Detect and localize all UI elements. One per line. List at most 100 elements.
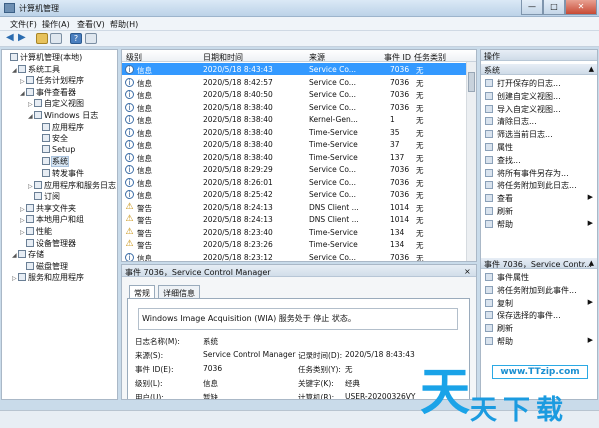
back-arrow-icon[interactable]: ◀ <box>6 33 18 44</box>
tree-item[interactable]: ▷ 性能 <box>20 226 52 237</box>
action-item[interactable]: 事件属性 <box>485 272 595 283</box>
table-row[interactable]: i 信息 2020/5/18 8:38:40 Time-Service 37 无 <box>122 138 466 150</box>
menu-file[interactable]: 文件(F) <box>10 19 37 30</box>
action-item[interactable]: 将任务附加到此事件... <box>485 285 595 296</box>
action-item[interactable]: 清除日志... <box>485 116 595 127</box>
tab-general[interactable]: 常规 <box>129 285 155 299</box>
tree-item[interactable]: ◢ 存储 <box>12 249 44 260</box>
table-row[interactable]: ⚠ 警告 2020/5/18 8:23:40 Time-Service 134 无 <box>122 226 466 238</box>
menu-action[interactable]: 操作(A) <box>42 19 70 30</box>
cell-level: 警告 <box>137 228 152 238</box>
tree-item[interactable]: 应用程序 <box>36 122 84 133</box>
tree-item[interactable]: 磁盘管理 <box>20 261 68 272</box>
table-row[interactable]: i 信息 2020/5/18 8:42:57 Service Co... 7036 无 <box>122 76 466 88</box>
tree-item[interactable]: ▷ 应用程序和服务日志 <box>28 180 116 191</box>
cell-datetime: 2020/5/18 8:23:12 <box>203 252 273 262</box>
action-item[interactable]: 导入自定义视图... <box>485 104 595 115</box>
tree-item[interactable]: Setup <box>36 144 75 156</box>
cell-id: 7036 <box>390 77 410 87</box>
action-item[interactable]: 筛选当前日志... <box>485 129 595 140</box>
tree-item[interactable]: 计算机管理(本地) <box>4 52 82 63</box>
tree-item[interactable]: ▷ 任务计划程序 <box>20 75 84 86</box>
tree-item-label: 系统工具 <box>28 64 60 74</box>
collapse-arrow-icon[interactable]: ▲ <box>589 65 594 73</box>
storage-icon <box>18 250 26 259</box>
table-row[interactable]: i 信息 2020/5/18 8:25:42 Service Co... 7036 无 <box>122 188 466 200</box>
action-item[interactable]: 帮助 ▶ <box>485 219 595 230</box>
watermark-big-char: 天 <box>420 363 470 421</box>
action-item[interactable]: 刷新 <box>485 206 595 217</box>
table-row[interactable]: ⚠ 警告 2020/5/18 8:24:13 DNS Client ... 1014 无 <box>122 201 466 213</box>
up-folder-icon[interactable] <box>36 33 48 44</box>
tree-item[interactable]: ▷ 本地用户和组 <box>20 214 84 225</box>
show-tree-icon[interactable] <box>50 33 62 44</box>
table-row[interactable]: i 信息 2020/5/18 8:38:40 Kernel-Gen... 1 无 <box>122 113 466 125</box>
cell-datetime: 2020/5/18 8:38:40 <box>203 152 273 162</box>
column-event-id[interactable]: 事件 ID <box>384 52 411 63</box>
forward-arrow-icon[interactable]: ▶ <box>18 33 30 44</box>
action-item[interactable]: 保存选择的事件... <box>485 310 595 321</box>
menu-view[interactable]: 查看(V) <box>77 19 105 30</box>
scrollbar-thumb[interactable] <box>468 72 475 92</box>
cell-id: 137 <box>390 152 405 162</box>
tree-item[interactable]: ◢ Windows 日志 <box>28 110 98 121</box>
column-task-category[interactable]: 任务类别 <box>414 52 446 63</box>
tree-item[interactable]: 订阅 <box>28 191 60 202</box>
folder-icon <box>34 111 42 119</box>
submenu-arrow-icon: ▶ <box>587 336 593 344</box>
action-item[interactable]: 刷新 <box>485 323 595 334</box>
log-icon <box>42 122 50 131</box>
tree-item-label: 本地用户和组 <box>36 215 84 225</box>
table-row[interactable]: i 信息 2020/5/18 8:38:40 Time-Service 137 无 <box>122 151 466 163</box>
detail-header: 事件 7036，Service Control Manager × <box>122 265 476 277</box>
tree-item[interactable]: 安全 <box>36 133 68 144</box>
column-source[interactable]: 来源 <box>309 52 325 63</box>
detail-close-button[interactable]: × <box>464 267 471 276</box>
action-item[interactable]: 查找... <box>485 155 595 166</box>
table-row[interactable]: i 信息 2020/5/18 8:43:43 Service Co... 7036 无 <box>122 63 466 75</box>
table-row[interactable]: i 信息 2020/5/18 8:23:12 Service Co... 7036 无 <box>122 251 466 262</box>
action-item[interactable]: 查看 ▶ <box>485 193 595 204</box>
tree-item-label: Windows 日志 <box>44 111 99 120</box>
tree-item[interactable]: 系统 <box>36 156 69 168</box>
action-item[interactable]: 帮助 ▶ <box>485 336 595 347</box>
actions-section-event[interactable]: 事件 7036，Service Contr... ▲ <box>481 258 597 269</box>
tree-item[interactable]: ▷ 共享文件夹 <box>20 203 76 214</box>
cell-source: Service Co... <box>309 77 356 87</box>
tree-item[interactable]: ◢ 事件查看器 <box>20 87 76 98</box>
minimize-button[interactable]: — <box>521 0 543 15</box>
field-label-user: 用户(U): <box>135 393 164 400</box>
tree-item[interactable]: 转发事件 <box>36 168 84 179</box>
maximize-button[interactable]: □ <box>543 0 565 15</box>
event-list-scrollbar[interactable] <box>466 62 476 261</box>
cell-source: Time-Service <box>309 140 358 149</box>
action-item[interactable]: 创建自定义视图... <box>485 91 595 102</box>
help-icon[interactable]: ? <box>70 33 82 44</box>
close-button[interactable]: ✕ <box>565 0 597 15</box>
table-row[interactable]: ⚠ 警告 2020/5/18 8:24:13 DNS Client ... 1014 无 <box>122 213 466 226</box>
table-row[interactable]: i 信息 2020/5/18 8:26:01 Service Co... 7036 无 <box>122 176 466 188</box>
menu-help[interactable]: 帮助(H) <box>110 19 138 30</box>
tree-item[interactable]: 设备管理器 <box>20 238 76 249</box>
cell-id: 134 <box>390 240 405 249</box>
column-datetime[interactable]: 日期和时间 <box>203 52 243 63</box>
tree-item[interactable]: ◢ 系统工具 <box>12 64 60 75</box>
action-label: 刷新 <box>497 324 513 334</box>
tree-item[interactable]: ▷ 自定义视图 <box>28 98 84 109</box>
column-level[interactable]: 级别 <box>126 52 142 63</box>
tab-details[interactable]: 详细信息 <box>158 285 200 298</box>
table-row[interactable]: i 信息 2020/5/18 8:40:50 Service Co... 7036 无 <box>122 88 466 100</box>
collapse-arrow-icon[interactable]: ▲ <box>589 259 594 267</box>
table-row[interactable]: ⚠ 警告 2020/5/18 8:23:26 Time-Service 134 无 <box>122 238 466 251</box>
action-item[interactable]: 将任务附加到此日志... <box>485 180 595 191</box>
action-item[interactable]: 复制 ▶ <box>485 298 595 309</box>
table-row[interactable]: i 信息 2020/5/18 8:38:40 Service Co... 7036 无 <box>122 101 466 113</box>
action-item[interactable]: 将所有事件另存为... <box>485 168 595 179</box>
action-item[interactable]: 属性 <box>485 142 595 153</box>
table-row[interactable]: i 信息 2020/5/18 8:38:40 Time-Service 35 无 <box>122 126 466 138</box>
actions-section-system[interactable]: 系统 ▲ <box>481 64 597 75</box>
table-row[interactable]: i 信息 2020/5/18 8:29:29 Service Co... 7036 无 <box>122 163 466 175</box>
properties-icon[interactable] <box>85 33 97 44</box>
action-item[interactable]: 打开保存的日志... <box>485 78 595 89</box>
tree-item[interactable]: ▷ 服务和应用程序 <box>12 272 84 283</box>
